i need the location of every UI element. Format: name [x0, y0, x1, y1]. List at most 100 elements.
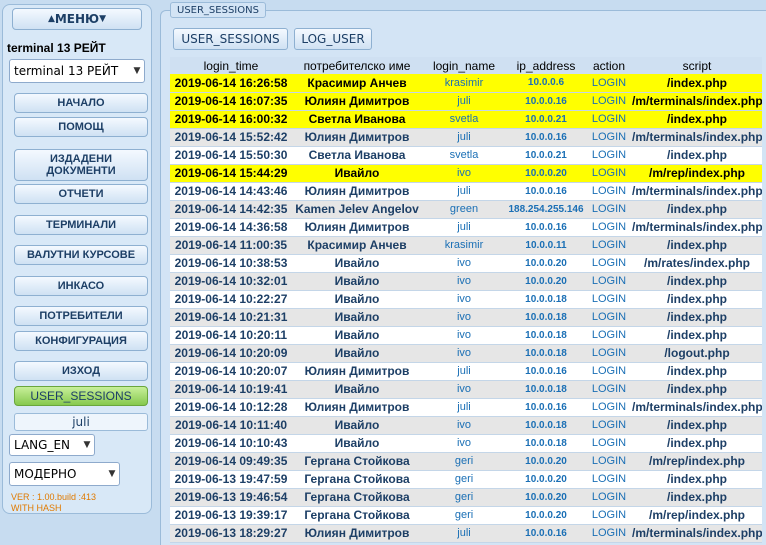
table-row[interactable]: 2019-06-14 10:12:28 Юлиян Димитров juli 10.… — [170, 398, 762, 417]
column-header-login-time[interactable]: login_time — [170, 57, 292, 74]
cell-ip-address: 10.0.0.16 — [506, 398, 586, 417]
cell-login-time: 2019-06-14 10:20:11 — [170, 326, 292, 345]
cell-login-time: 2019-06-14 15:52:42 — [170, 128, 292, 147]
nav-exit-button[interactable]: ИЗХОД — [14, 361, 148, 381]
version-hash-line: WITH HASH — [11, 503, 62, 513]
cell-user-name: Ивайло — [292, 272, 422, 291]
nav-help-button[interactable]: ПОМОЩ — [14, 117, 148, 137]
nav-users-button[interactable]: ПОТРЕБИТЕЛИ — [14, 306, 148, 326]
column-header-action[interactable]: action — [586, 57, 632, 74]
cell-login-name: krasimir — [422, 74, 506, 93]
cell-user-name: Юлиян Димитров — [292, 524, 422, 543]
cell-ip-address: 10.0.0.20 — [506, 452, 586, 471]
cell-login-name: ivo — [422, 290, 506, 309]
cell-login-name: krasimir — [422, 236, 506, 255]
cell-user-name: Юлиян Димитров — [292, 218, 422, 237]
terminal-select-value: terminal 13 РЕЙТ — [14, 64, 119, 78]
language-select[interactable]: LANG_EN ▼ — [9, 434, 95, 456]
cell-login-name: ivo — [422, 254, 506, 273]
cell-user-name: Светла Иванова — [292, 146, 422, 165]
tab-user-sessions[interactable]: USER_SESSIONS — [173, 28, 288, 50]
table-row[interactable]: 2019-06-14 09:49:35 Гергана Стойкова geri 1… — [170, 452, 762, 471]
cell-user-name: Юлиян Димитров — [292, 92, 422, 111]
table-row[interactable]: 2019-06-14 10:11:40 Ивайло ivo 10.0.0.18 LOG… — [170, 416, 762, 435]
table-row[interactable]: 2019-06-14 10:38:53 Ивайло ivo 10.0.0.20 LOG… — [170, 254, 762, 273]
cell-user-name: Kamen Jelev Angelov — [292, 200, 422, 219]
cell-action: LOGIN — [586, 470, 632, 489]
triangle-up-icon: ▲ — [47, 14, 55, 24]
table-row[interactable]: 2019-06-14 14:42:35 Kamen Jelev Angelov gr… — [170, 200, 762, 219]
current-user-label: juli — [72, 415, 90, 429]
cell-action: LOGIN — [586, 254, 632, 273]
nav-terminals-button[interactable]: ТЕРМИНАЛИ — [14, 215, 148, 235]
table-row[interactable]: 2019-06-14 10:19:41 Ивайло ivo 10.0.0.18 LOG… — [170, 380, 762, 399]
nav-user-sessions-button[interactable]: USER_SESSIONS — [14, 386, 148, 406]
cell-user-name: Ивайло — [292, 164, 422, 183]
theme-select[interactable]: МОДЕРНО ▼ — [9, 462, 120, 486]
table-row[interactable]: 2019-06-14 14:36:58 Юлиян Димитров juli 10.… — [170, 218, 762, 237]
column-header-ip-address[interactable]: ip_address — [506, 57, 586, 74]
nav-home-button[interactable]: НАЧАЛО — [14, 93, 148, 113]
cell-script: /index.php — [632, 308, 762, 327]
cell-ip-address: 10.0.0.20 — [506, 272, 586, 291]
cell-login-name: ivo — [422, 272, 506, 291]
cell-user-name: Ивайло — [292, 416, 422, 435]
cell-login-time: 2019-06-14 10:20:09 — [170, 344, 292, 363]
table-row[interactable]: 2019-06-14 15:50:30 Светла Иванова svetla 1… — [170, 146, 762, 165]
cell-ip-address: 10.0.0.18 — [506, 416, 586, 435]
column-header-user-name[interactable]: потребителско име — [292, 57, 422, 74]
table-row[interactable]: 2019-06-14 10:32:01 Ивайло ivo 10.0.0.20 LOG… — [170, 272, 762, 291]
nav-home-label: НАЧАЛО — [57, 97, 105, 109]
cell-action: LOGIN — [586, 488, 632, 507]
table-row[interactable]: 2019-06-14 16:26:58 Красимир Анчев krasimi… — [170, 74, 762, 93]
menu-toggle-label: МЕНЮ — [54, 12, 100, 26]
table-row[interactable]: 2019-06-13 19:39:17 Гергана Стойкова geri 1… — [170, 506, 762, 525]
table-row[interactable]: 2019-06-14 15:44:29 Ивайло ivo 10.0.0.20 LOG… — [170, 164, 762, 183]
cell-script: /index.php — [632, 272, 762, 291]
terminal-select[interactable]: terminal 13 РЕЙТ ▼ — [9, 59, 145, 83]
cell-ip-address: 10.0.0.11 — [506, 236, 586, 255]
cell-login-name: geri — [422, 506, 506, 525]
table-row[interactable]: 2019-06-14 10:20:09 Ивайло ivo 10.0.0.18 LOG… — [170, 344, 762, 363]
table-row[interactable]: 2019-06-14 10:10:43 Ивайло ivo 10.0.0.18 LOG… — [170, 434, 762, 453]
table-row[interactable]: 2019-06-14 11:00:35 Красимир Анчев krasimi… — [170, 236, 762, 255]
cell-action: LOGIN — [586, 344, 632, 363]
table-row[interactable]: 2019-06-14 10:22:27 Ивайло ivo 10.0.0.18 LOG… — [170, 290, 762, 309]
nav-configuration-button[interactable]: КОНФИГУРАЦИЯ — [14, 331, 148, 351]
cell-script: /index.php — [632, 380, 762, 399]
table-row[interactable]: 2019-06-14 16:00:32 Светла Иванова svetla 1… — [170, 110, 762, 129]
cell-login-name: ivo — [422, 164, 506, 183]
table-row[interactable]: 2019-06-14 10:20:11 Ивайло ivo 10.0.0.18 LOG… — [170, 326, 762, 345]
cell-script: /m/terminals/index.php — [632, 524, 762, 543]
tab-log-user[interactable]: LOG_USER — [294, 28, 372, 50]
cell-login-time: 2019-06-14 09:49:35 — [170, 452, 292, 471]
cell-script: /m/rep/index.php — [632, 452, 762, 471]
table-row[interactable]: 2019-06-13 19:46:54 Гергана Стойкова geri 1… — [170, 488, 762, 507]
table-row[interactable]: 2019-06-14 10:20:07 Юлиян Димитров juli 10.… — [170, 362, 762, 381]
sidebar: ▲ МЕНЮ ▼ terminal 13 РЕЙТ terminal 13 РЕ… — [2, 4, 152, 514]
nav-collection-button[interactable]: ИНКАСО — [14, 276, 148, 296]
nav-reports-button[interactable]: ОТЧЕТИ — [14, 184, 148, 204]
cell-action: LOGIN — [586, 146, 632, 165]
cell-login-name: svetla — [422, 110, 506, 129]
cell-script: /index.php — [632, 416, 762, 435]
table-row[interactable]: 2019-06-14 14:43:46 Юлиян Димитров juli 10.… — [170, 182, 762, 201]
cell-login-time: 2019-06-13 18:29:27 — [170, 524, 292, 543]
cell-login-time: 2019-06-14 10:12:28 — [170, 398, 292, 417]
nav-currency-rates-button[interactable]: ВАЛУТНИ КУРСОВЕ — [14, 245, 148, 265]
column-header-login-name[interactable]: login_name — [422, 57, 506, 74]
column-header-script[interactable]: script — [632, 57, 762, 74]
cell-login-name: svetla — [422, 146, 506, 165]
table-row[interactable]: 2019-06-14 16:07:35 Юлиян Димитров juli 10.… — [170, 92, 762, 111]
table-row[interactable]: 2019-06-13 19:47:59 Гергана Стойкова geri 1… — [170, 470, 762, 489]
cell-login-time: 2019-06-14 14:43:46 — [170, 182, 292, 201]
cell-ip-address: 10.0.0.18 — [506, 326, 586, 345]
cell-script: /m/rep/index.php — [632, 506, 762, 525]
cell-action: LOGIN — [586, 110, 632, 129]
menu-toggle-button[interactable]: ▲ МЕНЮ ▼ — [12, 8, 142, 30]
table-row[interactable]: 2019-06-14 15:52:42 Юлиян Димитров juli 10.… — [170, 128, 762, 147]
cell-action: LOGIN — [586, 272, 632, 291]
nav-documents-button[interactable]: ИЗДАДЕНИ ДОКУМЕНТИ — [14, 149, 148, 181]
table-row[interactable]: 2019-06-14 10:21:31 Ивайло ivo 10.0.0.18 LOG… — [170, 308, 762, 327]
table-row[interactable]: 2019-06-13 18:29:27 Юлиян Димитров juli 10.… — [170, 524, 762, 543]
